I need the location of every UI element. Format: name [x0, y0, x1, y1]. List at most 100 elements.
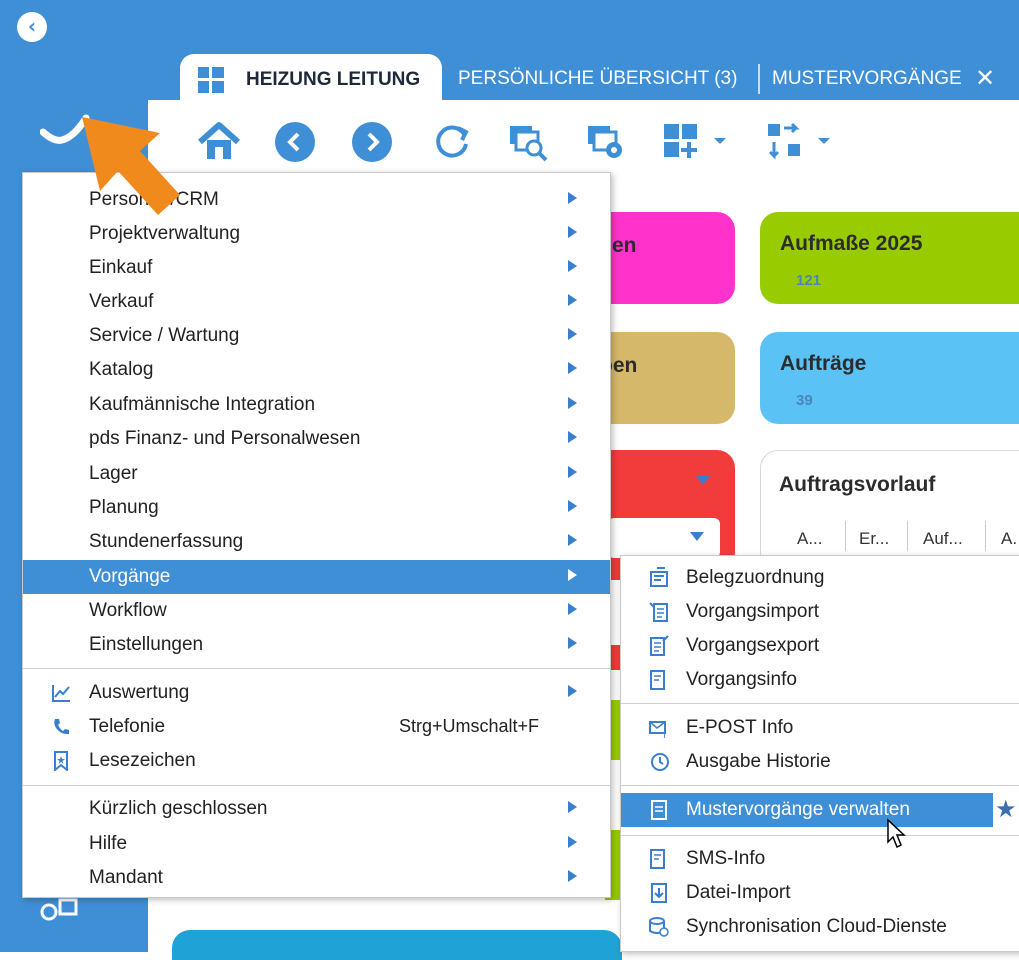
search-window-icon[interactable]	[506, 120, 550, 164]
tab-mustervorgaenge[interactable]: MUSTERVORGÄNGE	[772, 68, 962, 90]
menu-item-planung[interactable]: Planung	[23, 491, 610, 525]
submenu-item-label: Ausgabe Historie	[686, 751, 831, 772]
menu-item-label: Workflow	[89, 600, 167, 621]
forward-icon[interactable]	[350, 120, 394, 164]
menu-item-label: Auswertung	[89, 682, 190, 703]
submenu-item-datei-import[interactable]: Datei-Import	[621, 876, 1019, 910]
cloud-sync-icon	[649, 917, 669, 937]
menu-item-kuerzlich-geschlossen[interactable]: Kürzlich geschlossen	[23, 792, 610, 826]
submenu-item-label: Mustervorgänge verwalten	[686, 799, 910, 820]
menu-separator	[23, 668, 610, 669]
tile-title: Aufträge	[780, 352, 867, 375]
submenu-item-sms-info[interactable]: i SMS-Info	[621, 842, 1019, 876]
svg-text:i: i	[662, 682, 665, 691]
svg-text:i: i	[663, 730, 666, 739]
home-icon[interactable]	[196, 120, 242, 164]
sms-info-icon: i	[650, 849, 665, 870]
menu-item-einstellungen[interactable]: Einstellungen	[23, 628, 610, 662]
submenu-item-e-post-info[interactable]: i E-POST Info	[621, 711, 1019, 745]
menu-item-auswertung[interactable]: Auswertung	[23, 676, 610, 710]
refresh-icon[interactable]	[430, 120, 474, 164]
chevron-down-icon[interactable]	[696, 476, 710, 485]
menu-item-lesezeichen[interactable]: Lesezeichen	[23, 744, 610, 778]
submenu-item-label: Vorgangsexport	[686, 635, 820, 656]
submenu-arrow-icon	[568, 397, 577, 409]
column-header[interactable]: Er...	[859, 529, 889, 549]
card-title: Auftragsvorlauf	[779, 473, 936, 496]
menu-item-label: Kaufmännische Integration	[89, 394, 316, 415]
tile-auftraege[interactable]: Aufträge 39	[760, 332, 1019, 424]
sort-icon[interactable]	[766, 120, 836, 164]
tab-persoenliche-uebersicht[interactable]: PERSÖNLICHE ÜBERSICHT (3)	[458, 68, 737, 90]
menu-item-lager[interactable]: Lager	[23, 457, 610, 491]
menu-item-katalog[interactable]: Katalog	[23, 353, 610, 387]
document-assign-icon	[650, 567, 668, 587]
clock-settings-icon[interactable]	[40, 896, 80, 922]
menu-item-mandant[interactable]: Mandant	[23, 861, 610, 895]
dashboard-grid-icon	[198, 67, 224, 93]
column-header[interactable]: Auf...	[923, 529, 963, 549]
menu-item-label: Einstellungen	[89, 634, 204, 655]
tile-title-partial: en	[612, 234, 637, 257]
submenu-item-label: E-POST Info	[686, 717, 794, 738]
menu-item-telefonie[interactable]: Telefonie Strg+Umschalt+F	[23, 710, 610, 744]
menu-item-label: Verkauf	[89, 291, 154, 312]
submenu-item-label: Synchronisation Cloud-Dienste	[686, 916, 947, 937]
column-divider	[907, 521, 908, 551]
submenu-item-mustervorgaenge-verwalten[interactable]: Mustervorgänge verwalten	[621, 793, 993, 827]
back-icon[interactable]	[273, 120, 317, 164]
tile-count: 121	[796, 272, 822, 289]
menu-item-workflow[interactable]: Workflow	[23, 594, 610, 628]
menu-item-label: pds Finanz- und Personalwesen	[89, 428, 361, 449]
submenu-item-ausgabe-historie[interactable]: Ausgabe Historie	[621, 745, 1019, 779]
submenu-arrow-icon	[568, 603, 577, 615]
highlight-arrow-icon	[82, 117, 180, 215]
menu-item-stundenerfassung[interactable]: Stundenerfassung	[23, 525, 610, 559]
history-icon	[651, 753, 669, 771]
menu-item-label: Kürzlich geschlossen	[89, 798, 268, 819]
menu-item-pds-finanz[interactable]: pds Finanz- und Personalwesen	[23, 422, 610, 456]
menu-item-einkauf[interactable]: Einkauf	[23, 251, 610, 285]
submenu-arrow-icon	[568, 500, 577, 512]
dropdown-field[interactable]	[608, 518, 720, 558]
chart-icon	[52, 685, 70, 702]
menu-item-vorgaenge[interactable]: Vorgänge	[23, 560, 610, 594]
submenu-item-vorgangsexport[interactable]: Vorgangsexport	[621, 629, 1019, 663]
menu-item-label: Hilfe	[89, 833, 128, 854]
menu-item-label: Vorgänge	[89, 566, 171, 587]
tile-aufmasse-2025[interactable]: Aufmaße 2025 121	[760, 212, 1019, 304]
submenu-item-vorgangsimport[interactable]: Vorgangsimport	[621, 595, 1019, 629]
column-header[interactable]: A...	[797, 529, 823, 549]
submenu-item-synchronisation-cloud[interactable]: Synchronisation Cloud-Dienste	[621, 910, 1019, 944]
chevron-down-icon	[690, 532, 704, 541]
bookmark-icon	[54, 751, 68, 771]
menu-item-kaufmaennische-integration[interactable]: Kaufmännische Integration	[23, 388, 610, 422]
svg-text:i: i	[662, 861, 665, 870]
tile-title: Aufmaße 2025	[780, 232, 923, 255]
bottom-tile[interactable]	[172, 930, 622, 960]
email-info-icon: i	[649, 721, 666, 739]
submenu-item-vorgangsinfo[interactable]: i Vorgangsinfo	[621, 663, 1019, 697]
menu-item-label: Lager	[89, 463, 138, 484]
column-header[interactable]: A.	[1001, 529, 1017, 549]
submenu-separator	[621, 785, 1019, 786]
menu-shortcut: Strg+Umschalt+F	[399, 716, 540, 736]
column-divider	[845, 521, 846, 551]
submenu-item-label: SMS-Info	[686, 848, 766, 869]
tab-heizung-leitung[interactable]: HEIZUNG LEITUNG	[180, 54, 442, 104]
add-widget-icon[interactable]	[662, 120, 732, 164]
submenu-arrow-icon	[568, 260, 577, 272]
menu-item-service-wartung[interactable]: Service / Wartung	[23, 319, 610, 353]
back-circle-icon[interactable]: ‹	[17, 12, 47, 42]
menu-item-label: Einkauf	[89, 257, 153, 278]
settings-window-icon[interactable]	[584, 120, 628, 164]
submenu-arrow-icon	[568, 534, 577, 546]
menu-item-verkauf[interactable]: Verkauf	[23, 285, 610, 319]
menu-item-hilfe[interactable]: Hilfe	[23, 827, 610, 861]
favorite-star-icon[interactable]: ★	[995, 795, 1017, 823]
submenu-item-belegzuordnung[interactable]: Belegzuordnung	[621, 561, 1019, 595]
submenu-item-label: Belegzuordnung	[686, 567, 825, 588]
menu-item-label: Projektverwaltung	[89, 223, 241, 244]
submenu-arrow-icon	[568, 569, 577, 581]
close-icon[interactable]: ✕	[975, 64, 995, 92]
